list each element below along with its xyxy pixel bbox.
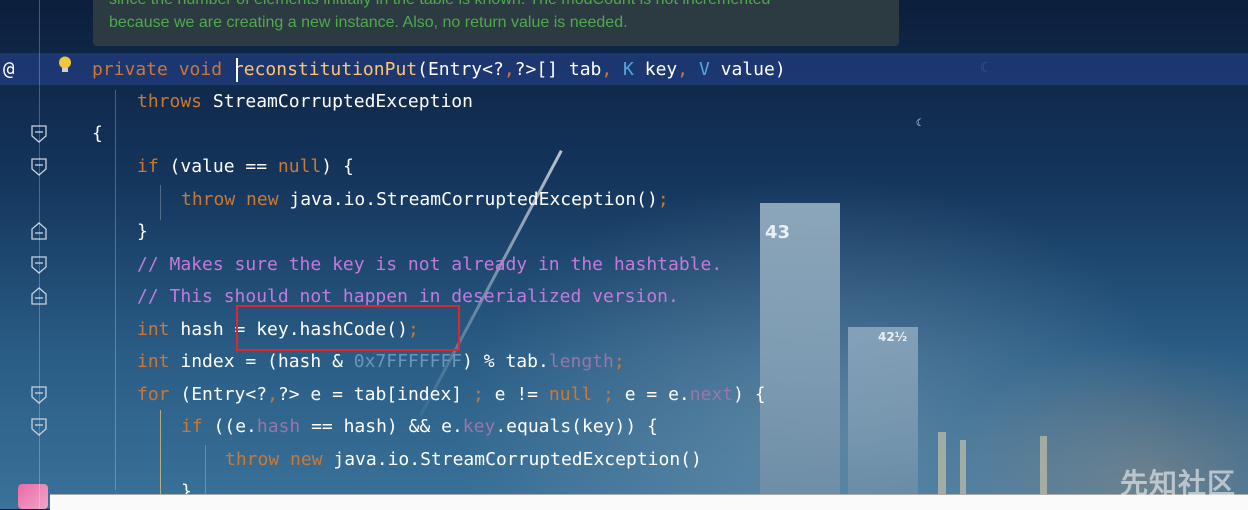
field: hash	[256, 416, 301, 437]
keyword: throw new	[181, 189, 279, 210]
keyword: if	[137, 156, 159, 177]
blossom-decoration	[18, 484, 48, 509]
code-text: (value ==	[158, 156, 278, 177]
indent-guide	[160, 185, 161, 220]
skyscraper-42	[848, 327, 918, 509]
punctuation: ;	[657, 189, 669, 210]
code-text: index = (hash &	[169, 351, 354, 372]
code-line[interactable]: }	[137, 216, 148, 248]
code-text: {	[92, 123, 103, 144]
code-text: java.io.StreamCorruptedException()	[322, 449, 702, 470]
code-text: == hash) && e.	[300, 416, 463, 437]
code-line[interactable]: throw new java.io.StreamCorruptedExcepti…	[225, 444, 702, 476]
skyscraper-43	[760, 203, 840, 509]
method-name: reconstitutionPut	[232, 59, 418, 80]
keyword: null	[277, 156, 322, 177]
punctuation: ,	[601, 59, 613, 80]
keyword: int	[137, 319, 170, 340]
code-text: ?> e = tab[index]	[277, 384, 473, 405]
code-text: (Entry<?	[417, 59, 504, 80]
keyword: int	[137, 351, 170, 372]
tower-number: 43	[765, 222, 791, 243]
code-line[interactable]: {	[92, 118, 103, 150]
code-text: e !=	[483, 384, 549, 405]
code-text: StreamCorruptedException	[202, 91, 473, 112]
field: length	[548, 351, 614, 372]
comment: // Makes sure the key is not already in …	[137, 254, 723, 275]
tooltip-line: because we are creating a new instance. …	[109, 14, 628, 31]
tooltip-line: since the number of elements initially i…	[109, 0, 899, 11]
text-caret	[236, 58, 238, 82]
keyword: throws	[137, 91, 203, 112]
code-text: value)	[709, 59, 786, 80]
keyword: if	[181, 416, 203, 437]
keyword: throw new	[225, 449, 323, 470]
code-text: ) % tab.	[462, 351, 549, 372]
code-text: (Entry<?	[169, 384, 268, 405]
code-text: ?>[] tab	[514, 59, 602, 80]
keyword: null	[548, 384, 593, 405]
code-text: ) {	[733, 384, 766, 405]
code-line[interactable]: if (value == null) {	[137, 151, 354, 183]
punctuation: ;	[472, 384, 484, 405]
type-parameter: V	[688, 59, 710, 80]
type-parameter: K	[612, 59, 634, 80]
code-line[interactable]: throws StreamCorruptedException	[137, 86, 473, 118]
moon-icon: ☾	[916, 118, 923, 129]
code-line[interactable]: for (Entry<?,?> e = tab[index] ; e != nu…	[137, 379, 766, 411]
gutter-separator	[39, 0, 40, 509]
keyword: for	[137, 384, 170, 405]
punctuation: ;	[613, 351, 625, 372]
punctuation: ;	[592, 384, 614, 405]
code-line[interactable]: if ((e.hash == hash) && e.key.equals(key…	[181, 411, 658, 443]
javadoc-tooltip: since the number of elements initially i…	[93, 0, 899, 46]
indent-guide	[205, 445, 206, 495]
code-text: .equals(key)) {	[495, 416, 658, 437]
comment: // This should not happen in deserialize…	[137, 286, 679, 307]
indent-guide	[115, 90, 116, 490]
code-line-method-signature[interactable]: private void reconstitutionPut(Entry<?,?…	[92, 54, 786, 86]
highlight-box	[236, 305, 460, 351]
code-text: java.io.StreamCorruptedException()	[278, 189, 658, 210]
lightbulb-icon[interactable]	[58, 56, 72, 74]
punctuation: ,	[677, 59, 689, 80]
horizontal-scrollbar[interactable]	[50, 494, 1248, 510]
code-line-comment[interactable]: // Makes sure the key is not already in …	[137, 249, 722, 281]
keyword: private void	[92, 59, 233, 80]
punctuation: ,	[503, 59, 515, 80]
code-text: }	[137, 221, 148, 242]
tower-number: 42½	[878, 330, 908, 344]
field: next	[689, 384, 734, 405]
indent-guide	[160, 410, 161, 495]
watermark: 先知社区	[1120, 467, 1237, 500]
field: key	[462, 416, 496, 437]
code-line[interactable]: throw new java.io.StreamCorruptedExcepti…	[181, 184, 669, 216]
code-text: key	[633, 59, 678, 80]
punctuation: ,	[267, 384, 278, 405]
code-text: e = e.	[613, 384, 690, 405]
code-text: ((e.	[202, 416, 257, 437]
annotation-gutter-marker[interactable]: @	[3, 58, 14, 80]
code-text: ) {	[321, 156, 354, 177]
number-literal: 0x7FFFFFFF	[353, 351, 463, 372]
